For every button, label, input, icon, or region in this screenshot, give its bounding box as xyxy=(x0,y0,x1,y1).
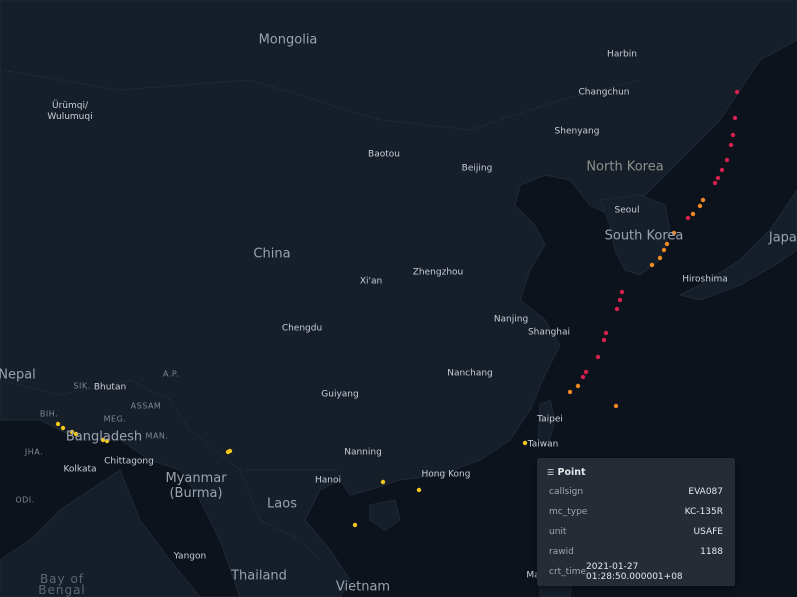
region-label: MEG. xyxy=(103,414,127,424)
flight-point[interactable] xyxy=(601,337,607,343)
row-key: callsign xyxy=(549,487,584,497)
flight-point[interactable] xyxy=(730,132,736,138)
region-label: ODI. xyxy=(15,495,35,505)
tooltip-row-unit: unit USAFE xyxy=(549,525,723,539)
countrie-label: Vietnam xyxy=(335,579,391,595)
countrie-label: Myanmar (Burma) xyxy=(165,471,227,501)
flight-point[interactable] xyxy=(690,211,696,217)
region-label: A.P. xyxy=(163,369,179,379)
row-value: KC-135R xyxy=(684,507,723,517)
layer-icon: ☰ xyxy=(547,468,555,477)
flight-point[interactable] xyxy=(380,479,386,485)
row-value: USAFE xyxy=(693,527,724,537)
citie-label: Shenyang xyxy=(554,126,600,137)
region-label: MAN. xyxy=(145,431,169,441)
flight-point[interactable] xyxy=(352,522,358,528)
region-label: ASSAM xyxy=(130,401,162,411)
tooltip-title: ☰ Point xyxy=(547,467,586,478)
countrie-label: North Korea xyxy=(586,159,664,175)
flight-point[interactable] xyxy=(595,354,601,360)
region-label: BIH. xyxy=(39,409,59,419)
flight-point[interactable] xyxy=(614,306,620,312)
flight-point[interactable] xyxy=(728,142,734,148)
citie-label: Hong Kong xyxy=(421,469,471,480)
citie-label: Xi'an xyxy=(359,276,383,287)
hainan xyxy=(369,499,401,531)
flight-point[interactable] xyxy=(583,369,589,375)
flight-point[interactable] xyxy=(522,440,528,446)
citie-label: Chengdu xyxy=(281,323,323,334)
flight-point[interactable] xyxy=(732,115,738,121)
flight-point[interactable] xyxy=(700,197,706,203)
flight-point[interactable] xyxy=(227,448,233,454)
flight-point[interactable] xyxy=(712,180,718,186)
citie-label: Harbin xyxy=(607,49,637,60)
citie-label: Bhutan xyxy=(93,382,127,393)
citie-label: Guiyang xyxy=(321,389,359,400)
flight-point[interactable] xyxy=(60,425,66,431)
flight-point[interactable] xyxy=(55,421,61,427)
flight-point[interactable] xyxy=(661,247,667,253)
citie-label: Kolkata xyxy=(63,464,97,475)
row-key: mc_type xyxy=(549,507,588,517)
citie-label: Taiwan xyxy=(527,439,559,450)
countrie-label: China xyxy=(253,246,291,262)
citie-label: Ürümqi/Wulumuqi xyxy=(47,101,93,122)
citie-label: Taipei xyxy=(537,414,563,425)
flight-point[interactable] xyxy=(734,89,740,95)
flight-point[interactable] xyxy=(649,262,655,268)
flight-point[interactable] xyxy=(580,374,586,380)
region-label: SIK. xyxy=(73,381,91,391)
tooltip-title-text: Point xyxy=(557,467,586,478)
sea-label: Bay of Bengal xyxy=(38,572,86,597)
tooltip-row-rawid: rawid 1188 xyxy=(549,545,723,559)
row-key: rawid xyxy=(549,547,574,557)
tooltip-row-callsign: callsign EVA087 xyxy=(549,485,723,499)
flight-point[interactable] xyxy=(567,389,573,395)
row-key: unit xyxy=(549,527,567,537)
tooltip-row-crt-time: crt_time 2021-01-27 01:28:50.000001+08 xyxy=(549,562,723,582)
countrie-label: Thailand xyxy=(231,568,287,584)
citie-label: Zhengzhou xyxy=(412,267,464,278)
row-value: 1188 xyxy=(700,547,723,557)
countrie-label: Bangladesh xyxy=(65,429,143,445)
citie-label: Yangon xyxy=(173,551,207,562)
citie-label: Hanoi xyxy=(315,475,341,486)
row-value: EVA087 xyxy=(688,487,723,497)
flight-point[interactable] xyxy=(724,157,730,163)
flight-point[interactable] xyxy=(613,403,619,409)
flight-point[interactable] xyxy=(685,215,691,221)
citie-label: Shanghai xyxy=(527,327,571,338)
citie-label: Nanchang xyxy=(447,368,493,379)
flight-point[interactable] xyxy=(575,383,581,389)
countrie-label: Mongolia xyxy=(258,32,318,48)
flight-point[interactable] xyxy=(719,167,725,173)
citie-label: Nanjing xyxy=(493,314,529,325)
countrie-label: Japan xyxy=(768,230,797,246)
flight-point[interactable] xyxy=(617,297,623,303)
countrie-label: Nepal xyxy=(0,367,36,383)
flight-point[interactable] xyxy=(603,330,609,336)
flight-point[interactable] xyxy=(697,203,703,209)
citie-label: Seoul xyxy=(614,205,640,216)
citie-label: Nanning xyxy=(344,447,382,458)
region-label: JHA. xyxy=(24,447,44,457)
point-tooltip: ☰ Point callsign EVA087 mc_type KC-135R un… xyxy=(537,458,735,586)
countrie-label: Laos xyxy=(267,496,297,512)
citie-label: Baotou xyxy=(368,149,400,160)
citie-label: Chittagong xyxy=(104,456,154,467)
flight-point[interactable] xyxy=(715,175,721,181)
citie-label: Changchun xyxy=(578,87,630,98)
flight-point[interactable] xyxy=(619,289,625,295)
flight-point[interactable] xyxy=(657,255,663,261)
tooltip-row-mc-type: mc_type KC-135R xyxy=(549,505,723,519)
citie-label: Beijing xyxy=(461,163,493,174)
countrie-label: South Korea xyxy=(604,228,684,244)
row-value: 2021-01-27 01:28:50.000001+08 xyxy=(586,562,683,582)
flight-point[interactable] xyxy=(416,487,422,493)
citie-label: Hiroshima xyxy=(682,274,728,285)
row-key: crt_time xyxy=(549,567,587,577)
